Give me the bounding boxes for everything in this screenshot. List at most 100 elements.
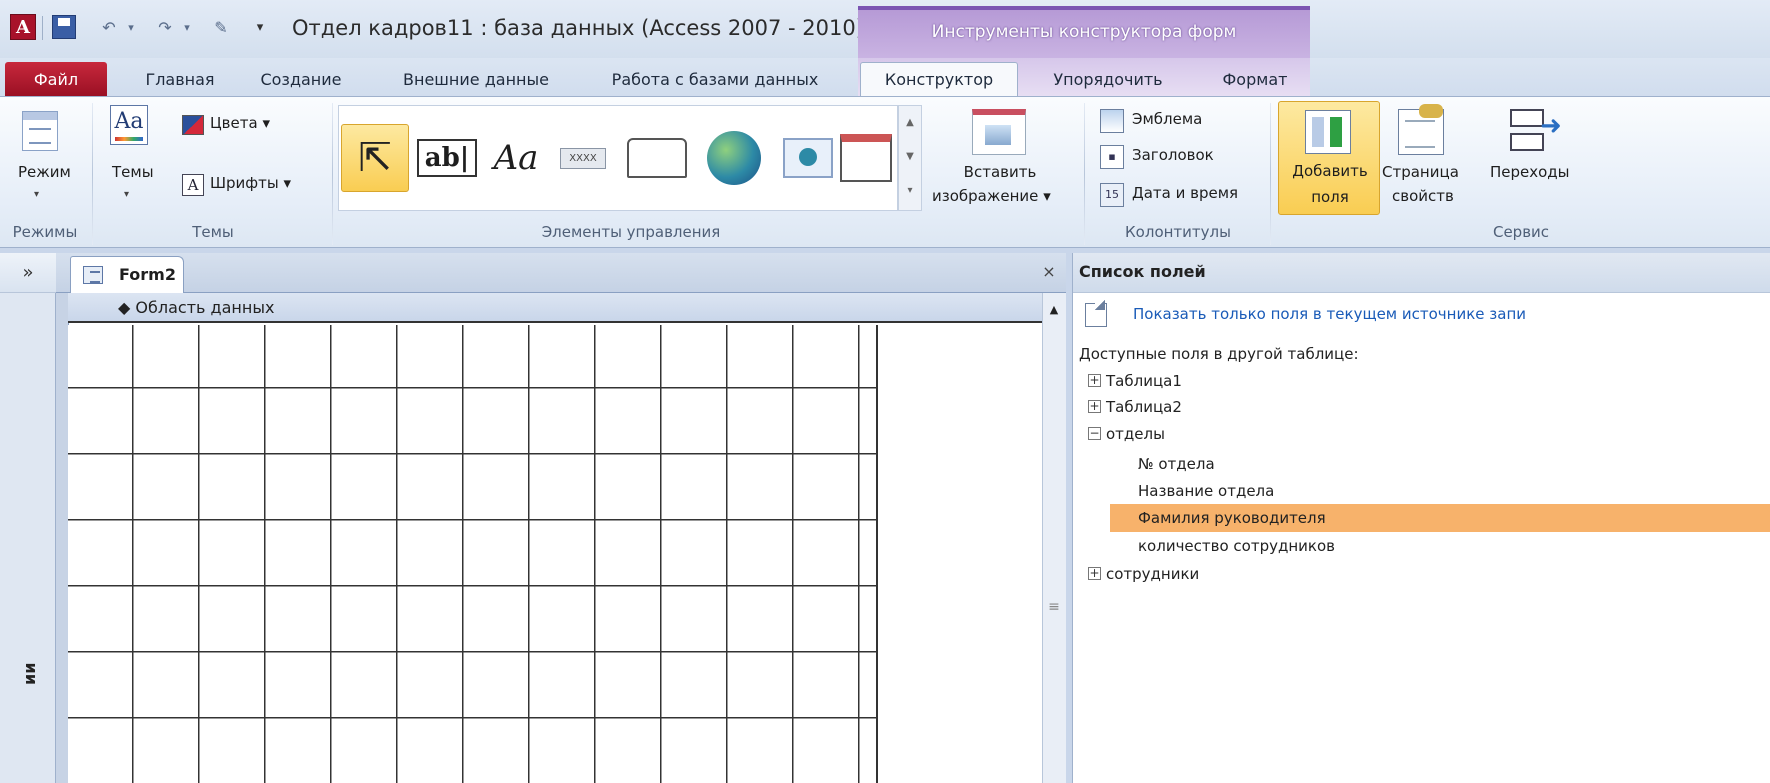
- gallery-up-icon[interactable]: ▲: [899, 106, 921, 140]
- view-dropdown-icon[interactable]: ▾: [34, 189, 39, 200]
- chevron-down-icon: ▾: [262, 114, 270, 132]
- fonts-button[interactable]: Шрифты ▾: [210, 174, 291, 192]
- field-list-header: Список полей: [1073, 253, 1770, 293]
- form-view-icon[interactable]: [22, 111, 58, 151]
- customize-quick-access-icon[interactable]: ▾: [250, 12, 270, 42]
- vertical-scrollbar[interactable]: ▲ ≡: [1042, 293, 1066, 783]
- field-item[interactable]: Название отдела: [1138, 478, 1274, 504]
- fonts-icon[interactable]: A: [182, 174, 204, 196]
- section-arrow-icon: ◆: [118, 298, 131, 317]
- chevron-down-icon: ▾: [1043, 187, 1051, 205]
- field-list-filter-row: Показать только поля в текущем источнике…: [1073, 293, 1770, 337]
- themes-button-label[interactable]: Темы: [112, 163, 154, 181]
- window-title: Отдел кадров11 : база данных (Access 200…: [292, 16, 864, 40]
- context-tools-title: Инструменты конструктора форм: [931, 22, 1237, 42]
- property-sheet-label[interactable]: Страница: [1382, 163, 1459, 181]
- insert-image-icon[interactable]: [972, 109, 1026, 155]
- ribbon: Режим ▾ Режимы Aa Темы ▾ Цвета ▾ A Шрифт…: [0, 96, 1770, 248]
- add-fields-icon: [1305, 110, 1351, 154]
- expand-nav-pane-button[interactable]: »: [0, 253, 56, 293]
- collapse-icon[interactable]: −: [1088, 427, 1101, 440]
- tab-arrange[interactable]: Упорядочить: [1032, 62, 1184, 96]
- quick-access-separator: [42, 16, 43, 40]
- edit-icon[interactable]: ✎: [208, 12, 234, 42]
- tab-file[interactable]: Файл: [5, 62, 107, 96]
- document-tab-form2[interactable]: Form2: [70, 256, 184, 294]
- add-fields-label-2: поля: [1311, 188, 1349, 206]
- gallery-more-icon[interactable]: ▾: [899, 174, 921, 208]
- button-control-icon[interactable]: XXXX: [553, 126, 613, 190]
- insert-image-dropdown[interactable]: изображение ▾: [932, 187, 1051, 205]
- tab-home[interactable]: Главная: [130, 62, 230, 96]
- tab-database-tools[interactable]: Работа с базами данных: [592, 62, 838, 96]
- date-time-button[interactable]: Дата и время: [1132, 184, 1238, 202]
- themes-icon[interactable]: Aa: [110, 105, 148, 145]
- field-item[interactable]: № отдела: [1138, 451, 1215, 477]
- tab-control-icon[interactable]: [623, 126, 691, 190]
- group-separator: [92, 103, 93, 245]
- form-icon: [83, 266, 103, 284]
- property-sheet-icon[interactable]: [1398, 104, 1444, 155]
- gallery-down-icon[interactable]: ▼: [899, 140, 921, 174]
- filter-source-icon[interactable]: [1085, 300, 1107, 327]
- tab-external-data[interactable]: Внешние данные: [385, 62, 567, 96]
- show-current-source-fields-link[interactable]: Показать только поля в текущем источнике…: [1133, 305, 1526, 323]
- expand-icon[interactable]: +: [1088, 400, 1101, 413]
- table-name: отделы: [1106, 425, 1165, 443]
- label-control-icon[interactable]: Aa: [485, 126, 547, 190]
- tab-order-arrow-icon: ➜: [1540, 111, 1562, 141]
- group-header-footer-label: Колонтитулы: [1125, 223, 1231, 241]
- web-browser-control-icon[interactable]: [779, 126, 837, 190]
- tab-order-label[interactable]: Переходы: [1490, 163, 1570, 181]
- field-list-title: Список полей: [1079, 262, 1206, 281]
- undo-dropdown-icon[interactable]: ▾: [124, 12, 138, 42]
- table-name: Таблица1: [1106, 372, 1182, 390]
- expand-icon[interactable]: +: [1088, 567, 1101, 580]
- title-icon[interactable]: ▪: [1100, 145, 1124, 169]
- group-tools-label: Сервис: [1492, 223, 1550, 241]
- colors-button[interactable]: Цвета ▾: [210, 114, 270, 132]
- themes-dropdown-icon[interactable]: ▾: [124, 189, 129, 200]
- chevron-down-icon: ▾: [283, 174, 292, 192]
- colors-icon[interactable]: [182, 115, 204, 135]
- form-design-grid[interactable]: [68, 325, 878, 783]
- select-pointer-icon[interactable]: ⇱: [341, 124, 409, 192]
- tab-create[interactable]: Создание: [247, 62, 355, 96]
- controls-gallery: ⇱ ab| Aa XXXX: [338, 105, 898, 211]
- textbox-control-icon[interactable]: ab|: [415, 126, 479, 190]
- table-name: Таблица2: [1106, 398, 1182, 416]
- hyperlink-globe-icon[interactable]: [697, 126, 771, 190]
- expand-icon[interactable]: +: [1088, 374, 1101, 387]
- access-app-icon[interactable]: A: [10, 14, 36, 40]
- view-button-label[interactable]: Режим: [18, 163, 71, 181]
- field-item[interactable]: количество сотрудников: [1138, 533, 1335, 559]
- tab-format[interactable]: Формат: [1204, 62, 1306, 96]
- property-sheet-label-2[interactable]: свойств: [1392, 187, 1454, 205]
- title-button[interactable]: Заголовок: [1132, 146, 1214, 164]
- field-item-selected[interactable]: Фамилия руководителя: [1138, 505, 1326, 531]
- nav-pane-vertical-label[interactable]: ии: [20, 645, 39, 685]
- close-document-button[interactable]: ×: [1040, 260, 1058, 284]
- insert-image-label[interactable]: Вставить: [960, 163, 1040, 181]
- table-name: сотрудники: [1106, 565, 1200, 583]
- group-controls-label: Элементы управления: [541, 223, 721, 241]
- redo-dropdown-icon[interactable]: ▾: [180, 12, 194, 42]
- navigation-control-icon[interactable]: [837, 126, 895, 190]
- save-icon[interactable]: [52, 15, 76, 39]
- navigation-pane: » ии: [0, 253, 56, 783]
- gallery-scrollbar[interactable]: ▲ ▼ ▾: [898, 105, 922, 211]
- date-time-icon[interactable]: 15: [1100, 183, 1124, 207]
- colors-label: Цвета: [210, 114, 258, 132]
- undo-icon[interactable]: ↶: [96, 12, 122, 42]
- add-fields-label: Добавить: [1292, 162, 1368, 180]
- logo-button[interactable]: Эмблема: [1132, 110, 1202, 128]
- scroll-up-icon[interactable]: ▲: [1043, 299, 1065, 321]
- group-separator: [1270, 103, 1271, 245]
- tab-design[interactable]: Конструктор: [860, 62, 1018, 96]
- scroll-thumb-grip[interactable]: ≡: [1047, 597, 1061, 617]
- detail-section-label: ◆ Область данных: [118, 298, 275, 317]
- redo-icon[interactable]: ↷: [152, 12, 178, 42]
- logo-icon[interactable]: [1100, 109, 1124, 133]
- add-existing-fields-button[interactable]: Добавить поля: [1278, 101, 1380, 215]
- fonts-label: Шрифты: [210, 174, 279, 192]
